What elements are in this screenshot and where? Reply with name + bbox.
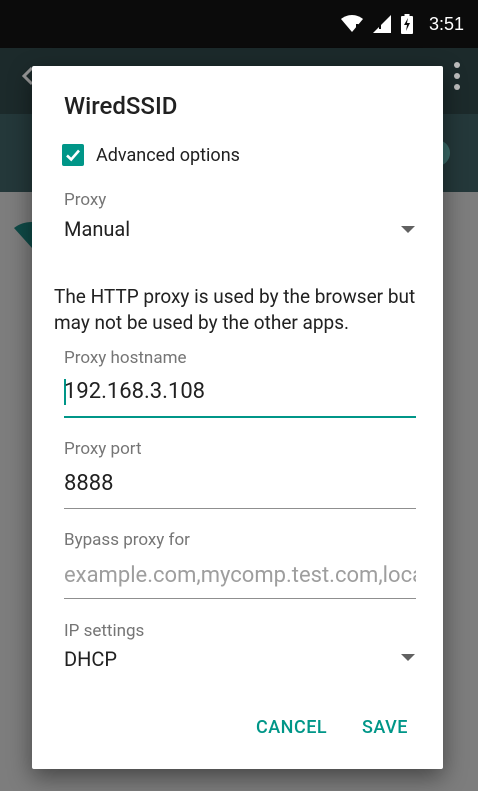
advanced-options-checkbox[interactable]: [62, 144, 84, 166]
proxy-port-underline: [64, 508, 416, 509]
save-button[interactable]: SAVE: [362, 717, 408, 738]
cancel-button[interactable]: CANCEL: [256, 717, 327, 738]
wifi-icon: [340, 15, 363, 33]
proxy-port-label: Proxy port: [64, 439, 142, 459]
proxy-port-input[interactable]: 8888: [64, 471, 113, 496]
ip-settings-label: IP settings: [64, 621, 145, 641]
overflow-menu-icon: [454, 62, 460, 90]
advanced-options-label: Advanced options: [96, 144, 240, 166]
proxy-label: Proxy: [64, 190, 107, 210]
dialog-title: WiredSSID: [64, 92, 178, 120]
bypass-proxy-input[interactable]: example.com,mycomp.test.com,localhost: [64, 563, 416, 588]
advanced-options-row[interactable]: Advanced options: [62, 144, 240, 166]
signal-icon: [372, 15, 391, 33]
battery-charging-icon: [400, 14, 413, 34]
proxy-hostname-underline: [64, 416, 416, 418]
check-icon: [66, 149, 80, 162]
proxy-hostname-input[interactable]: 192.168.3.108: [64, 379, 205, 404]
ip-settings-select[interactable]: DHCP: [64, 647, 117, 671]
proxy-select[interactable]: Manual: [64, 217, 130, 241]
proxy-helper-text: The HTTP proxy is used by the browser bu…: [54, 285, 416, 334]
bypass-proxy-label: Bypass proxy for: [64, 530, 190, 550]
proxy-dropdown-icon[interactable]: [401, 226, 415, 233]
proxy-hostname-label: Proxy hostname: [64, 348, 187, 368]
ip-settings-dropdown-icon[interactable]: [401, 654, 415, 661]
status-icons: 3:51: [340, 13, 464, 35]
status-time: 3:51: [428, 13, 464, 34]
wifi-config-dialog: WiredSSID Advanced options Proxy Manual …: [32, 66, 443, 769]
bypass-proxy-underline: [64, 598, 416, 599]
status-bar: 3:51: [0, 0, 478, 48]
